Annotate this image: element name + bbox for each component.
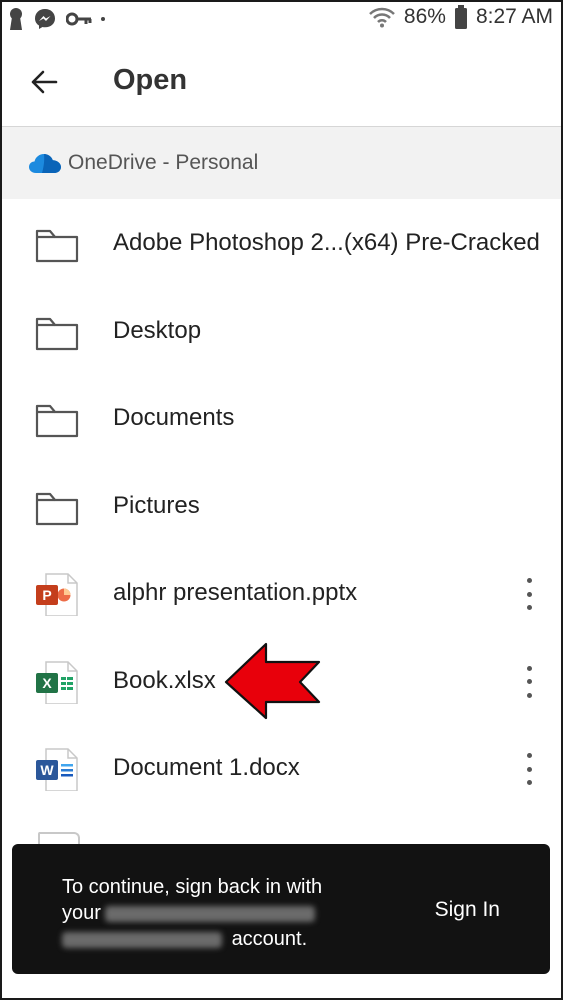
folder-row[interactable]: Adobe Photoshop 2...(x64) Pre-Cracked — [0, 200, 563, 288]
folder-row[interactable]: Documents — [0, 375, 563, 463]
redacted-email-part-1 — [104, 905, 315, 922]
svg-text:W: W — [40, 762, 54, 778]
folder-row[interactable]: Pictures — [0, 463, 563, 551]
file-name: Adobe Photoshop 2...(x64) Pre-Cracked — [113, 229, 540, 256]
folder-icon — [35, 404, 79, 438]
notification-dot — [101, 17, 105, 21]
clock: 8:27 AM — [475, 5, 553, 28]
location-label: OneDrive - Personal — [68, 151, 259, 174]
snackbar-line-3-suffix: account. — [231, 928, 308, 950]
messenger-icon — [35, 9, 55, 29]
file-name: Document 1.docx — [113, 754, 300, 781]
svg-text:P: P — [42, 587, 51, 603]
red-arrow-annotation — [224, 642, 321, 720]
redacted-email-part-2 — [62, 931, 222, 948]
file-name: Documents — [113, 404, 235, 431]
folder-icon — [35, 317, 79, 350]
location-breadcrumb[interactable]: OneDrive - Personal — [0, 127, 563, 199]
cloud-icon — [29, 154, 61, 173]
more-options-button[interactable] — [515, 578, 543, 610]
app-bar: Open — [0, 38, 563, 127]
folder-row[interactable]: Desktop — [0, 288, 563, 376]
powerpoint-file-icon: P — [36, 573, 78, 616]
snackbar-message: To continue, sign back in with your acco… — [62, 874, 392, 952]
file-name: Pictures — [113, 491, 200, 519]
excel-file-icon: X — [36, 660, 78, 704]
sign-in-snackbar: To continue, sign back in with your acco… — [12, 844, 550, 974]
svg-text:X: X — [42, 675, 52, 691]
more-options-button[interactable] — [515, 753, 543, 785]
more-options-button[interactable] — [515, 665, 543, 698]
keyhole-icon — [10, 8, 22, 30]
page-title: Open — [113, 64, 188, 96]
sign-in-button[interactable]: Sign In — [435, 898, 500, 922]
status-bar: 86% 8:27 AM — [0, 0, 563, 38]
file-row[interactable]: W Document 1.docx — [0, 725, 563, 813]
file-row[interactable]: P alphr presentation.pptx — [0, 550, 563, 638]
file-list: Adobe Photoshop 2...(x64) Pre-Cracked De… — [0, 200, 563, 813]
battery-percent: 86% — [403, 5, 446, 28]
snackbar-line-2-prefix: your — [62, 902, 101, 924]
wifi-icon — [369, 7, 395, 28]
arrow-left-icon — [31, 70, 58, 94]
back-button[interactable] — [22, 60, 66, 104]
battery-icon — [454, 5, 467, 29]
file-name: Book.xlsx — [113, 666, 216, 694]
snackbar-line-1: To continue, sign back in with — [62, 876, 323, 898]
key-icon — [66, 12, 92, 26]
file-name: Desktop — [113, 316, 202, 344]
folder-icon — [35, 229, 79, 263]
folder-icon — [35, 492, 79, 525]
file-name: alphr presentation.pptx — [113, 579, 358, 606]
word-file-icon: W — [36, 748, 78, 791]
